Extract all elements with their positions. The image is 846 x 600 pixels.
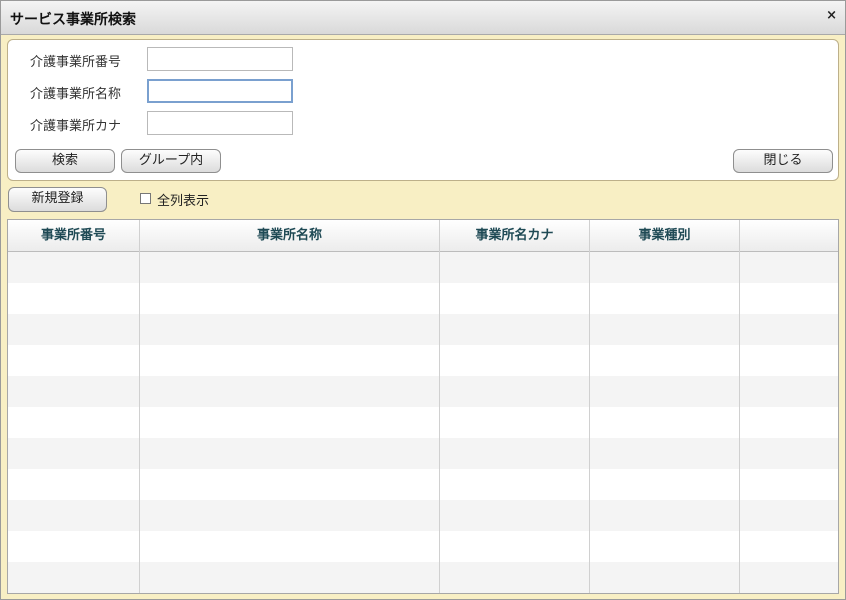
column-divider [739,220,740,593]
table-row[interactable] [8,562,838,593]
column-header-office-number[interactable]: 事業所番号 [8,220,140,251]
title-bar[interactable]: サービス事業所検索 × [1,1,845,35]
table-row[interactable] [8,500,838,531]
table-row[interactable] [8,345,838,376]
new-register-button[interactable]: 新規登録 [8,187,107,212]
office-name-label: 介護事業所名称 [30,87,122,102]
table-row[interactable] [8,252,838,283]
table-body [8,252,838,593]
table-row[interactable] [8,283,838,314]
column-header-office-name[interactable]: 事業所名称 [140,220,440,251]
office-kana-label: 介護事業所カナ [30,119,122,134]
close-button[interactable]: 閉じる [733,149,833,173]
table-header: 事業所番号 事業所名称 事業所名カナ 事業種別 [8,220,838,252]
column-header-business-type[interactable]: 事業種別 [590,220,740,251]
table-row[interactable] [8,531,838,562]
group-button[interactable]: グループ内 [121,149,221,173]
office-name-input[interactable] [147,79,293,103]
search-panel: 介護事業所番号 介護事業所名称 介護事業所カナ 検索 グループ内 閉じる [7,39,839,181]
office-kana-input[interactable] [147,111,293,135]
show-all-columns-label[interactable]: 全列表示 [157,190,209,209]
service-office-search-window: サービス事業所検索 × 介護事業所番号 介護事業所名称 介護事業所カナ 検索 グ… [0,0,846,600]
table-row[interactable] [8,314,838,345]
table-row[interactable] [8,469,838,500]
search-button[interactable]: 検索 [15,149,115,173]
table-row[interactable] [8,407,838,438]
close-icon[interactable]: × [826,8,837,23]
results-table: 事業所番号 事業所名称 事業所名カナ 事業種別 [7,219,839,594]
office-number-input[interactable] [147,47,293,71]
table-row[interactable] [8,438,838,469]
column-divider [139,220,140,593]
window-title: サービス事業所検索 [10,12,136,28]
column-divider [439,220,440,593]
show-all-columns-checkbox[interactable] [140,193,151,204]
column-divider [589,220,590,593]
column-header-extra[interactable] [740,220,838,251]
office-number-label: 介護事業所番号 [30,55,122,70]
table-row[interactable] [8,376,838,407]
column-header-office-kana[interactable]: 事業所名カナ [440,220,590,251]
